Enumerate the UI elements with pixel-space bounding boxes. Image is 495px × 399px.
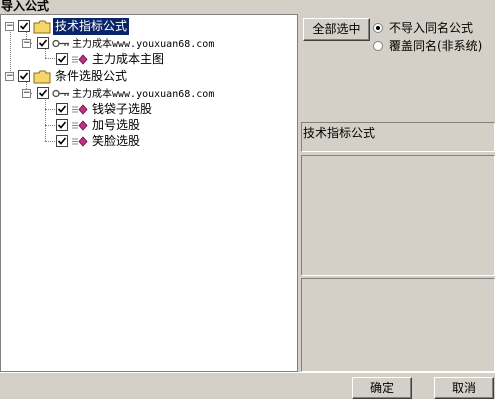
window-title: 导入公式	[0, 0, 495, 14]
parameter-area	[301, 278, 495, 372]
info-header-box: 技术指标公式	[301, 122, 495, 152]
radio-label: 覆盖同名(非系统)	[389, 39, 483, 53]
tree-connector	[45, 96, 46, 141]
formula-item-icon	[72, 54, 88, 65]
tree-connector	[45, 125, 55, 126]
radio-button[interactable]	[373, 41, 383, 51]
checkbox[interactable]	[56, 119, 68, 131]
collapse-icon[interactable]: −	[5, 22, 14, 31]
select-all-button[interactable]: 全部选中	[303, 18, 370, 41]
tree-node-label: 条件选股公式	[55, 69, 128, 83]
tree-connector	[45, 58, 55, 59]
folder-icon	[33, 70, 51, 84]
checkbox[interactable]	[56, 53, 68, 65]
folder-icon	[33, 20, 51, 34]
tree-node-label: 笑脸选股	[92, 134, 141, 148]
radio-button[interactable]	[373, 23, 383, 33]
key-icon	[52, 39, 69, 48]
formula-item-icon	[72, 104, 88, 115]
formula-name: 主力成本www.youxuan68.com	[72, 39, 215, 50]
description-area	[301, 155, 495, 276]
checkbox[interactable]	[18, 70, 30, 82]
key-icon	[52, 89, 69, 98]
tree-node-label: 加号选股	[92, 118, 141, 132]
tree-node-label: 技术指标公式	[53, 18, 130, 35]
tree-node-label: 钱袋子选股	[92, 102, 153, 116]
tree-node-label: 主力成本主图	[92, 52, 165, 66]
footer-bar: 确定 取消	[0, 372, 495, 399]
checkbox[interactable]	[37, 37, 49, 49]
tree-connector	[45, 141, 55, 142]
info-header: 技术指标公式	[303, 126, 376, 140]
formula-tree[interactable]: − 技术指标公式 − 主力成本www.youxuan68.com 主力成本主图 …	[0, 14, 298, 372]
checkbox[interactable]	[37, 87, 49, 99]
checkbox[interactable]	[56, 135, 68, 147]
tree-connector	[45, 109, 55, 110]
checkbox[interactable]	[56, 103, 68, 115]
radio-label: 不导入同名公式	[389, 21, 474, 35]
checkbox[interactable]	[18, 20, 30, 32]
collapse-icon[interactable]: −	[22, 39, 31, 48]
formula-item-icon	[72, 120, 88, 131]
options-panel: 全部选中 不导入同名公式 覆盖同名(非系统) 技术指标公式	[301, 14, 495, 372]
formula-name: 主力成本www.youxuan68.com	[72, 89, 215, 100]
collapse-icon[interactable]: −	[22, 89, 31, 98]
formula-item-icon	[72, 136, 88, 147]
collapse-icon[interactable]: −	[5, 72, 14, 81]
